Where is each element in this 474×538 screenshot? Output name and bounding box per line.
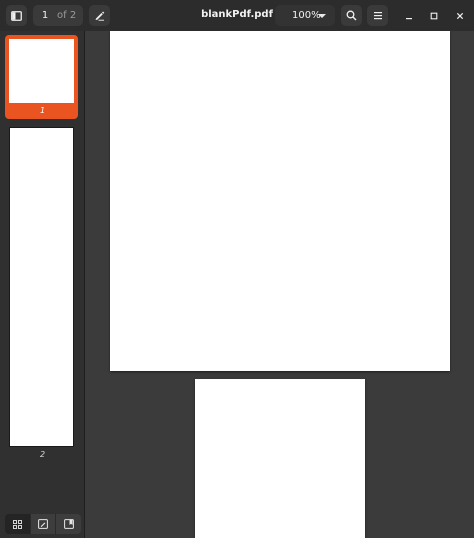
search-icon [346, 10, 357, 21]
tab-bookmarks[interactable] [56, 514, 81, 534]
minimize-icon [406, 17, 412, 19]
thumbnail-sidebar: 1 2 [0, 31, 85, 538]
pdf-page-1[interactable] [110, 31, 450, 371]
maximize-button[interactable] [425, 5, 443, 26]
bookmarks-icon [63, 519, 74, 529]
tab-thumbnails[interactable] [5, 514, 31, 534]
page-count-label: of 2 [57, 10, 77, 21]
main-menu-button[interactable] [367, 5, 388, 26]
close-button[interactable] [451, 5, 469, 26]
window-title: blankPdf.pdf [201, 9, 273, 20]
hamburger-menu-icon [373, 12, 382, 20]
pen-icon [95, 11, 105, 21]
header-bar: 1 of 2 blankPdf.pdf 100% [0, 0, 474, 31]
maximize-icon [430, 12, 438, 19]
pdf-page-2[interactable] [195, 379, 365, 538]
page-selector: 1 of 2 [33, 5, 83, 26]
sidebar-toggle-button[interactable] [6, 5, 27, 26]
sidebar-icon [11, 10, 22, 21]
annotate-button[interactable] [89, 5, 110, 26]
chevron-down-icon [318, 14, 326, 18]
zoom-dropdown[interactable]: 100% [275, 5, 335, 26]
tab-annotations[interactable] [30, 514, 57, 534]
document-view[interactable] [86, 31, 474, 538]
thumbnail-page-1[interactable] [9, 39, 74, 103]
minimize-button[interactable] [400, 5, 418, 26]
document-viewer-window: 1 of 2 blankPdf.pdf 100% 1 2 [0, 0, 474, 538]
thumbnail-page-2[interactable] [9, 127, 74, 447]
thumbnail-item-1[interactable]: 1 [5, 35, 78, 119]
page-number-input[interactable]: 1 [33, 10, 57, 21]
search-button[interactable] [341, 5, 362, 26]
thumbnail-label-2: 2 [39, 450, 46, 459]
close-icon [456, 12, 464, 19]
grid-icon [12, 519, 22, 529]
annotations-icon [38, 519, 48, 529]
sidebar-tab-switcher [5, 514, 81, 534]
zoom-level: 100% [292, 10, 321, 21]
thumbnail-label-1: 1 [39, 106, 46, 115]
